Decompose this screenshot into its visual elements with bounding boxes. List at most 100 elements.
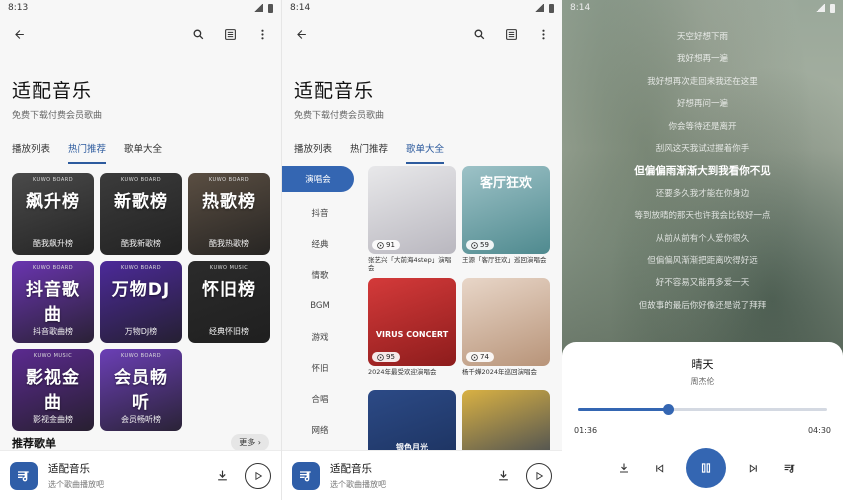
tab-bar: 播放列表 热门推荐 歌单大全 [0, 141, 281, 165]
playlist-card[interactable]: 74 杨千嬅2024年巡回演唱会 [462, 278, 550, 384]
chart-card[interactable]: KUWO MUSIC 怀旧榜 经典怀旧榜 [188, 261, 270, 343]
status-icons [535, 3, 554, 13]
mini-player-actions [213, 462, 271, 489]
song-title: 晴天 [691, 358, 714, 371]
play-count-icon [471, 241, 478, 249]
play-count: 74 [466, 352, 494, 362]
lyric-line: 你会等待还是离开 [668, 121, 737, 132]
category-item[interactable]: 情歌 [282, 259, 358, 290]
skip-previous-icon[interactable] [651, 459, 669, 477]
tab-hot-recommend[interactable]: 热门推荐 [350, 141, 388, 162]
download-icon[interactable] [615, 459, 633, 477]
chart-caption: 酷我热歌榜 [209, 239, 249, 248]
search-icon[interactable] [189, 25, 207, 43]
progress-slider[interactable] [578, 404, 827, 415]
mini-player-actions [494, 462, 552, 489]
screen-all-playlists: 8:14 适配音乐 免费下载付费会员歌曲 播放列表 热门推荐 歌单大全 演唱会 … [281, 0, 562, 500]
chart-badge: KUWO BOARD [208, 177, 250, 183]
pause-button[interactable] [686, 448, 727, 488]
download-icon[interactable] [494, 467, 512, 485]
tab-all-playlists[interactable]: 歌单大全 [124, 141, 162, 162]
list-icon[interactable] [502, 25, 520, 43]
play-count-value: 95 [386, 353, 395, 361]
lyric-line: 但偏偏雨渐渐大到我看你不见 [634, 165, 771, 178]
arrow-back-icon[interactable] [292, 25, 310, 43]
chart-card[interactable]: KUWO BOARD 万物DJ 万物DJ榜 [100, 261, 182, 343]
category-item[interactable]: 怀旧 [282, 352, 358, 383]
progress-thumb[interactable] [662, 404, 674, 415]
mini-player-title: 适配音乐 [330, 463, 372, 475]
search-icon[interactable] [470, 25, 488, 43]
more-vert-icon[interactable] [534, 25, 552, 43]
chart-title: 飙升榜 [26, 192, 80, 212]
chart-badge: KUWO BOARD [120, 353, 162, 359]
category-list: 演唱会抖音 经典 情歌 BGM 游戏 怀旧 合唱 网络 [282, 166, 358, 445]
playlist-cover: VIRUS CONCERT 95 [368, 278, 456, 366]
status-icons [254, 3, 273, 13]
mini-player-text: 适配音乐 选个歌曲播放吧 [330, 461, 494, 490]
category-item[interactable]: 游戏 [282, 321, 358, 352]
chart-card[interactable]: KUWO BOARD 飙升榜 酷我飙升榜 [12, 173, 94, 255]
category-item[interactable]: BGM [282, 290, 358, 321]
mini-player[interactable]: 适配音乐 选个歌曲播放吧 [0, 450, 281, 500]
mini-player-subtitle: 选个歌曲播放吧 [330, 480, 386, 489]
chart-card[interactable]: KUWO MUSIC 影视金曲 影视金曲榜 [12, 349, 94, 431]
play-count-value: 74 [480, 353, 489, 361]
playlist-name: 杨千嬅2024年巡回演唱会 [462, 368, 538, 376]
chart-title: 新歌榜 [114, 192, 168, 212]
playlist-name: 2024年最受欢迎演唱会 [368, 368, 437, 376]
status-bar: 8:13 [0, 0, 281, 16]
category-item[interactable]: 抖音 [282, 197, 358, 228]
page-title: 适配音乐 [12, 80, 93, 102]
time-row: 01:36 04:30 [574, 426, 831, 435]
tab-all-playlists[interactable]: 歌单大全 [406, 141, 445, 164]
recommend-section-header: 推荐歌单 更多 › [0, 434, 281, 451]
skip-next-icon[interactable] [744, 459, 762, 477]
pause-icon [702, 463, 711, 473]
queue-icon[interactable] [780, 459, 798, 477]
chart-badge: KUWO BOARD [120, 177, 162, 183]
category-item[interactable]: 演唱会 [282, 166, 354, 192]
download-icon[interactable] [213, 467, 231, 485]
list-icon[interactable] [221, 25, 239, 43]
playlist-card[interactable]: 客厅狂欢 59 王源「客厅狂欢」巡回演唱会 [462, 166, 550, 272]
more-vert-icon[interactable] [253, 25, 271, 43]
tab-playlist[interactable]: 播放列表 [294, 141, 332, 162]
play-button[interactable] [245, 462, 271, 489]
tab-playlist[interactable]: 播放列表 [12, 141, 50, 162]
arrow-back-icon[interactable] [10, 25, 28, 43]
chart-caption: 酷我飙升榜 [33, 239, 73, 248]
cover-text: 客厅狂欢 [479, 176, 532, 191]
lyric-line: 但故事的最后你好像还是说了拜拜 [638, 300, 767, 311]
status-bar: 8:14 [282, 0, 562, 16]
category-item[interactable]: 网络 [282, 414, 358, 445]
lyric-line: 还要多久我才能在你身边 [655, 188, 750, 199]
song-artist: 周杰伦 [690, 377, 715, 386]
mini-player-text: 适配音乐 选个歌曲播放吧 [48, 461, 213, 490]
category-item[interactable]: 经典 [282, 228, 358, 259]
play-button[interactable] [526, 462, 552, 489]
chart-badge: KUWO BOARD [120, 265, 162, 271]
tab-hot-recommend[interactable]: 热门推荐 [68, 141, 107, 164]
chart-card[interactable]: KUWO BOARD 新歌榜 酷我新歌榜 [100, 173, 182, 255]
chart-card[interactable]: KUWO BOARD 抖音歌曲 抖音歌曲榜 [12, 261, 94, 343]
category-item[interactable]: 合唱 [282, 383, 358, 414]
playback-controls [562, 448, 843, 488]
screen-now-playing: 8:14 天空好想下雨 我好想再一遍 我好想再次走回来我还在这里 好想再问一遍 你会等待… [562, 0, 843, 500]
play-count-value: 91 [386, 241, 395, 249]
tab-bar: 播放列表 热门推荐 歌单大全 [282, 141, 562, 165]
more-button[interactable]: 更多 › [231, 434, 269, 451]
page-title: 适配音乐 [294, 80, 375, 102]
playlist-card[interactable]: 91 张艺兴「大前海4step」演唱会 [368, 166, 456, 272]
chart-card[interactable]: KUWO BOARD 热歌榜 酷我热歌榜 [188, 173, 270, 255]
signal-icon [816, 4, 825, 12]
chart-badge: KUWO MUSIC [209, 265, 249, 271]
play-count-icon [471, 353, 478, 361]
lyrics-view[interactable]: 天空好想下雨 我好想再一遍 我好想再次走回来我还在这里 好想再问一遍 你会等待还是离开刮… [562, 26, 843, 317]
lyric-line: 我好想再一遍 [676, 54, 728, 65]
play-count-icon [377, 241, 384, 249]
playlist-card[interactable]: VIRUS CONCERT 95 2024年最受欢迎演唱会 [368, 278, 456, 384]
chart-card[interactable]: KUWO BOARD 会员畅听 会员畅听榜 [100, 349, 182, 431]
play-icon [255, 471, 263, 480]
mini-player[interactable]: 适配音乐 选个歌曲播放吧 [282, 450, 562, 500]
